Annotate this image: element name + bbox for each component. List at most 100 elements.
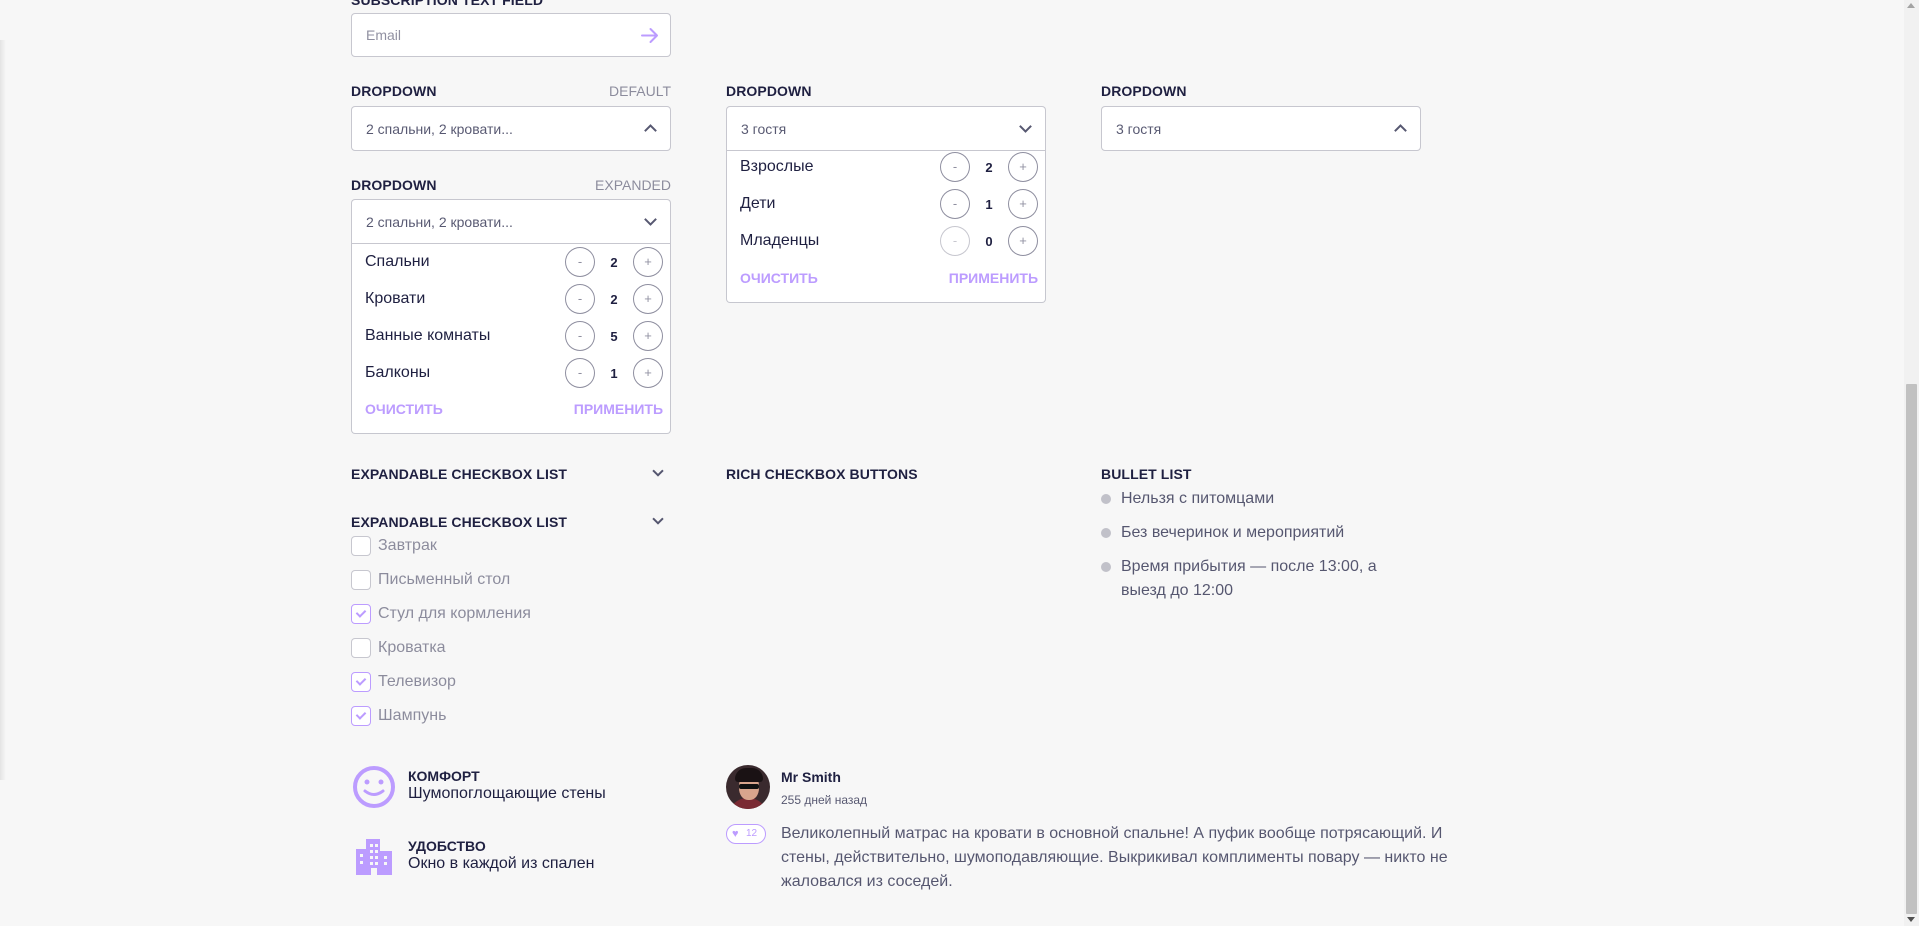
dropdown-expanded-value: 2 спальни, 2 кровати...: [366, 213, 513, 230]
count-adults: 2: [985, 160, 993, 175]
checkmark-icon: [355, 709, 367, 720]
checkbox-checked[interactable]: [351, 672, 371, 692]
plus-button[interactable]: +: [633, 358, 663, 388]
checkbox-label: Кроватка: [378, 639, 446, 656]
row-label-children: Дети: [740, 195, 776, 212]
minus-button[interactable]: -: [940, 152, 970, 182]
dropdown-default-title: DROPDOWN: [351, 83, 437, 99]
row-label-bathrooms: Ванные комнаты: [365, 327, 491, 344]
apply-button[interactable]: ПРИМЕНИТЬ: [949, 270, 1038, 286]
count-balconies: 1: [610, 366, 618, 381]
like-button[interactable]: ♥ 12: [726, 824, 766, 844]
clear-button[interactable]: ОЧИСТИТЬ: [365, 401, 443, 417]
plus-button[interactable]: +: [1008, 226, 1038, 256]
plus-button[interactable]: +: [633, 321, 663, 351]
dropdown-guests-value: 3 гостя: [741, 120, 787, 137]
minus-button[interactable]: -: [565, 358, 595, 388]
count-bedrooms: 2: [610, 255, 618, 270]
row-label-balconies: Балконы: [365, 364, 431, 381]
checkbox-label: Письменный стол: [378, 571, 511, 588]
checkbox-label: Завтрак: [378, 537, 437, 554]
plus-button[interactable]: +: [633, 247, 663, 277]
checkbox-label: Стул для кормления: [378, 605, 531, 622]
scroll-down-arrow-icon[interactable]: [1907, 917, 1915, 922]
scroll-up-arrow-icon[interactable]: [1907, 3, 1915, 8]
comment-line: Великолепный матрас на кровати в основно…: [781, 825, 1443, 842]
left-shadow: [0, 40, 6, 780]
comment-date: 255 дней назад: [781, 793, 868, 807]
benefit-title: КОМФОРТ: [408, 768, 480, 784]
minus-button[interactable]: -: [565, 284, 595, 314]
minus-button[interactable]: -: [565, 321, 595, 351]
dropdown-default-state: DEFAULT: [609, 83, 671, 99]
chevron-down-icon: [1019, 120, 1032, 133]
checkbox-checked[interactable]: [351, 706, 371, 726]
dropdown-guests-collapsed[interactable]: 3 гостя: [1101, 106, 1421, 151]
avatar: [726, 765, 770, 809]
smile-icon: [353, 766, 395, 808]
checkbox-label: Шампунь: [378, 707, 447, 724]
checkbox-list-collapsed-title[interactable]: EXPANDABLE CHECKBOX LIST: [351, 466, 567, 482]
clear-button[interactable]: ОЧИСТИТЬ: [740, 270, 818, 286]
dropdown-expanded-state: EXPANDED: [595, 177, 671, 193]
apply-button[interactable]: ПРИМЕНИТЬ: [574, 401, 663, 417]
minus-button[interactable]: -: [940, 189, 970, 219]
rooms-panel: Спальни - 2 + Кровати - 2 + Ванные комна…: [351, 244, 671, 434]
chevron-down-icon[interactable]: [652, 465, 664, 477]
count-beds: 2: [610, 292, 618, 307]
subscription-field[interactable]: Email: [351, 13, 671, 57]
bullet-item: Нельзя с питомцами: [1121, 490, 1275, 507]
checkmark-icon: [355, 607, 367, 618]
bullet-item: Без вечеринок и мероприятий: [1121, 524, 1345, 541]
heart-icon: ♥: [732, 828, 739, 840]
bullet-list-title: BULLET LIST: [1101, 466, 1192, 482]
benefit-text: Шумопоглощающие стены: [408, 785, 606, 802]
avatar-glasses: [739, 784, 759, 789]
row-label-bedrooms: Спальни: [365, 253, 430, 270]
checkmark-icon: [355, 675, 367, 686]
checkbox-label: Телевизор: [378, 673, 456, 690]
dropdown-guests[interactable]: 3 гостя: [726, 106, 1046, 151]
row-label-infants: Младенцы: [740, 232, 820, 249]
comment-line: жаловался из соседей.: [781, 873, 953, 890]
benefit-title: УДОБСТВО: [408, 838, 486, 854]
building-icon: [356, 839, 392, 875]
chevron-down-icon: [644, 213, 657, 226]
comment-line: стены, действительно, шумоподавляющие. В…: [781, 849, 1448, 866]
bullet-dot: [1101, 528, 1111, 538]
minus-button[interactable]: -: [565, 247, 595, 277]
like-count: 12: [746, 828, 758, 839]
subscription-title: SUBSCRIPTION TEXT FIELD: [351, 0, 544, 8]
rich-checkbox-title: RICH CHECKBOX BUTTONS: [726, 466, 918, 482]
bullet-dot: [1101, 494, 1111, 504]
email-placeholder: Email: [366, 27, 402, 43]
bullet-item: Время прибытия — после 13:00, а: [1121, 558, 1377, 575]
checkbox-list-expanded-title[interactable]: EXPANDABLE CHECKBOX LIST: [351, 514, 567, 530]
guests-panel: Взрослые - 2 + Дети - 1 + Младенцы - 0 +…: [726, 151, 1046, 303]
scrollbar-thumb[interactable]: [1906, 384, 1917, 914]
checkbox[interactable]: [351, 570, 371, 590]
comment-text: Великолепный матрас на кровати в основно…: [781, 822, 1448, 894]
ui-kit-page: SUBSCRIPTION TEXT FIELD Email DROPDOWN D…: [0, 0, 1904, 926]
checkbox[interactable]: [351, 638, 371, 658]
checkbox[interactable]: [351, 536, 371, 556]
avatar-hair: [735, 768, 763, 782]
plus-button[interactable]: +: [633, 284, 663, 314]
count-bathrooms: 5: [610, 329, 618, 344]
plus-button[interactable]: +: [1008, 189, 1038, 219]
count-infants: 0: [985, 234, 993, 249]
dropdown-guests-title: DROPDOWN: [726, 83, 812, 99]
dropdown-expanded[interactable]: 2 спальни, 2 кровати...: [351, 199, 671, 244]
plus-button[interactable]: +: [1008, 152, 1038, 182]
vertical-scrollbar[interactable]: [1904, 0, 1919, 926]
checkbox-checked[interactable]: [351, 604, 371, 624]
dropdown-default[interactable]: 2 спальни, 2 кровати...: [351, 106, 671, 151]
count-children: 1: [985, 197, 993, 212]
benefit-text: Окно в каждой из спален: [408, 855, 595, 872]
chevron-up-icon: [1394, 124, 1407, 137]
minus-button-disabled[interactable]: -: [940, 226, 970, 256]
dropdown-expanded-title: DROPDOWN: [351, 177, 437, 193]
arrow-right-icon[interactable]: [641, 27, 659, 44]
chevron-down-icon[interactable]: [652, 513, 664, 525]
bullet-item-continued: выезд до 12:00: [1121, 582, 1234, 599]
